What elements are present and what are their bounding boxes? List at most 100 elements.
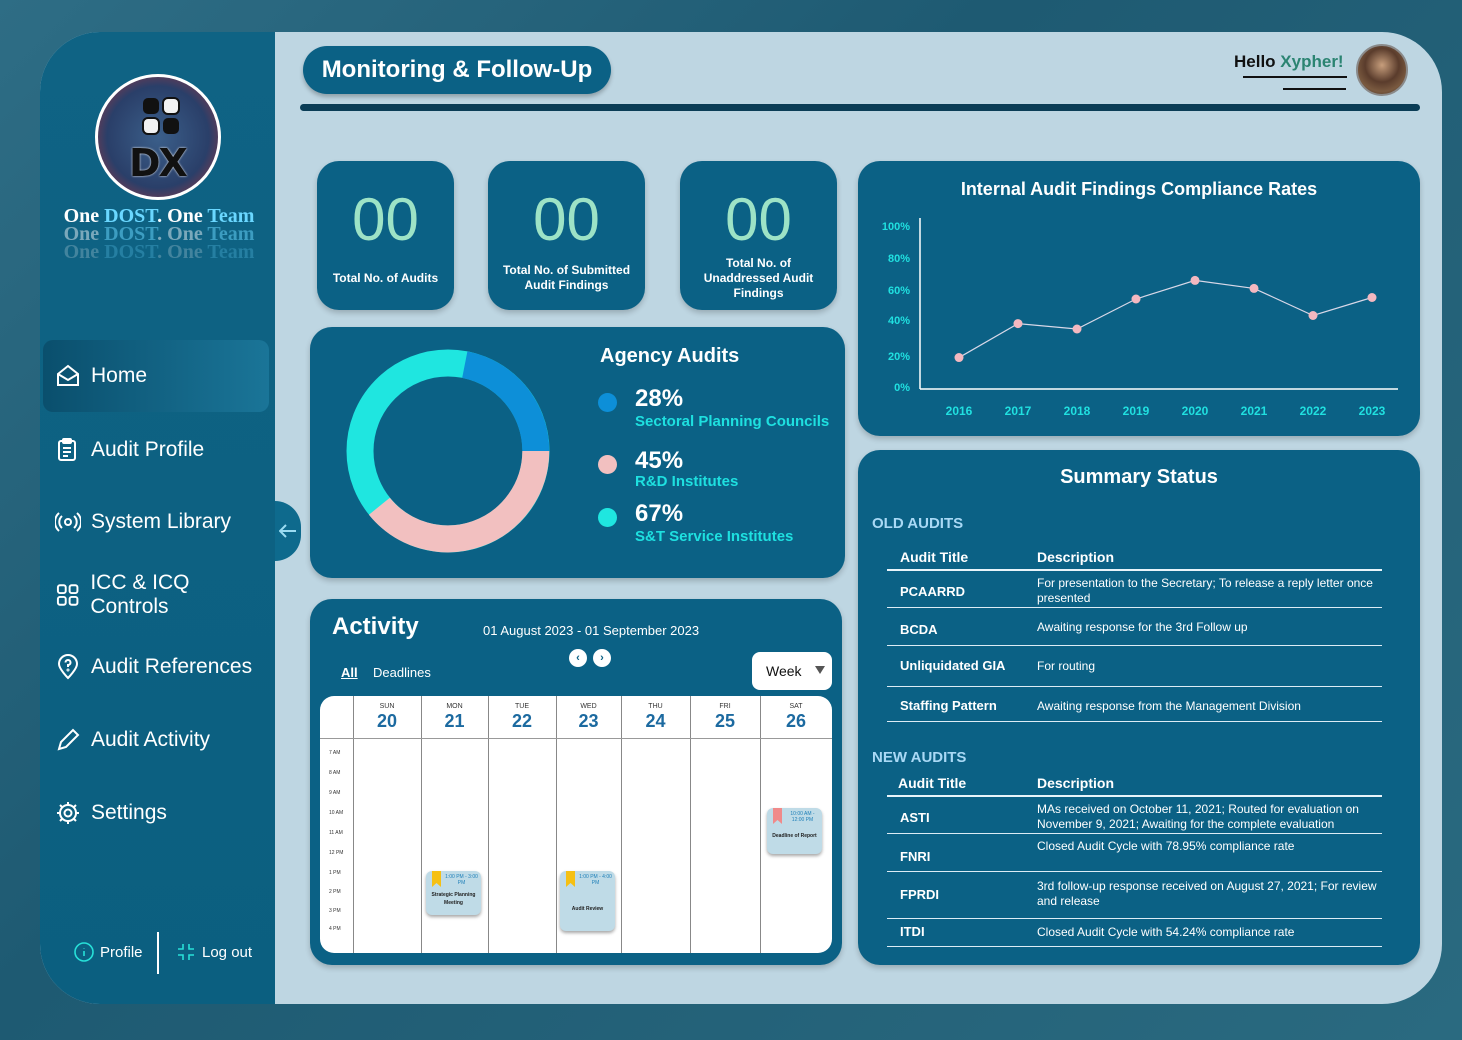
compliance-chart-card: Internal Audit Findings Compliance Rates… bbox=[858, 161, 1420, 436]
collapse-sidebar-button[interactable] bbox=[275, 501, 301, 561]
sidebar-item-audit-references[interactable]: Audit References bbox=[43, 631, 269, 703]
logout-icon bbox=[178, 944, 194, 960]
view-select[interactable]: Week bbox=[752, 652, 832, 690]
stat-value: 00 bbox=[725, 186, 792, 253]
series-line bbox=[958, 279, 1373, 359]
day-column bbox=[556, 696, 557, 953]
day-column bbox=[621, 696, 622, 953]
agency-audits-title: Agency Audits bbox=[600, 345, 740, 367]
data-point bbox=[1308, 311, 1318, 320]
x-tick-label: 2022 bbox=[1300, 404, 1327, 418]
sidebar-item-audit-profile[interactable]: Audit Profile bbox=[43, 414, 269, 486]
time-label: 4 PM bbox=[329, 926, 341, 932]
day-header[interactable]: WED 23 bbox=[556, 696, 621, 732]
data-point bbox=[1367, 293, 1377, 302]
sidebar-item-label: Audit Activity bbox=[91, 728, 211, 751]
x-tick-label: 2020 bbox=[1182, 404, 1209, 418]
stat-submitted-findings: 00 Total No. of Submitted Audit Findings bbox=[488, 161, 645, 310]
sidebar-item-label: Home bbox=[91, 364, 148, 387]
slogan-line-3: One DOST. One Team bbox=[63, 241, 255, 263]
dost-dx-logo: DX bbox=[95, 74, 221, 200]
summary-title: Summary Status bbox=[1060, 466, 1218, 488]
title-underline bbox=[300, 104, 1420, 111]
bookmark-icon bbox=[432, 871, 441, 887]
sidebar-item-audit-activity[interactable]: Audit Activity bbox=[43, 704, 269, 776]
time-label: 11 AM bbox=[329, 830, 343, 836]
chevron-down-icon bbox=[815, 666, 825, 674]
stat-total-audits: 00 Total No. of Audits bbox=[317, 161, 454, 310]
arrow-left-icon bbox=[279, 524, 296, 538]
legend-dot bbox=[598, 393, 617, 412]
user-name: Xypher! bbox=[1280, 52, 1344, 71]
chevron-left-icon: ‹ bbox=[576, 652, 580, 664]
day-column bbox=[488, 696, 489, 953]
y-tick-label: 80% bbox=[888, 253, 910, 265]
stat-unaddressed-findings: 00 Total No. of Unaddressed Audit Findin… bbox=[680, 161, 837, 310]
y-tick-label: 0% bbox=[894, 382, 910, 394]
data-point bbox=[1131, 294, 1141, 304]
y-tick-label: 20% bbox=[888, 351, 910, 363]
grid-icon bbox=[56, 584, 79, 606]
donut-segment-rd bbox=[368, 450, 550, 553]
sidebar-item-label: System Library bbox=[91, 510, 232, 533]
day-header[interactable]: TUE 22 bbox=[488, 696, 556, 732]
sidebar-item-label: Settings bbox=[91, 801, 167, 824]
tab-deadlines[interactable]: Deadlines bbox=[373, 665, 431, 680]
activity-card: Activity 01 August 2023 - 01 September 2… bbox=[310, 599, 842, 965]
agency-audits-card: Agency Audits 28% Sectoral Planning Coun… bbox=[310, 327, 845, 578]
logout-link[interactable]: Log out bbox=[176, 942, 252, 962]
x-tick-label: 2019 bbox=[1123, 404, 1150, 418]
activity-title: Activity bbox=[332, 613, 419, 640]
agency-donut-chart bbox=[346, 349, 550, 553]
chevron-right-icon: › bbox=[600, 652, 604, 664]
day-column bbox=[760, 696, 761, 953]
sidebar-item-system-library[interactable]: System Library bbox=[43, 486, 269, 558]
sidebar: DX One DOST. One Team One DOST. One Team… bbox=[40, 32, 275, 1004]
bookmark-icon bbox=[773, 808, 782, 824]
y-tick-label: 100% bbox=[882, 221, 910, 233]
time-label: 10 AM bbox=[329, 810, 344, 816]
sidebar-footer: Profile Log out bbox=[40, 932, 275, 976]
greeting-underline-short bbox=[1283, 88, 1346, 90]
calendar-event[interactable]: 1:00 PM - 4:00 PM Audit Review bbox=[560, 871, 615, 931]
y-tick-label: 60% bbox=[888, 285, 910, 297]
calendar-event[interactable]: 10:00 AM - 12:00 PM Deadline of Report bbox=[767, 808, 822, 854]
day-header[interactable]: FRI 25 bbox=[690, 696, 760, 732]
x-tick-label: 2016 bbox=[946, 404, 973, 418]
x-tick-label: 2017 bbox=[1005, 404, 1032, 418]
sidebar-item-icc-icq[interactable]: ICC & ICQ Controls bbox=[43, 559, 269, 631]
sidebar-item-label: Audit References bbox=[91, 655, 253, 678]
donut-segment-sectoral bbox=[461, 351, 550, 452]
data-point bbox=[1249, 283, 1259, 293]
legend-dot bbox=[598, 508, 617, 527]
time-label: 2 PM bbox=[329, 889, 341, 895]
sidebar-item-home[interactable]: Home bbox=[43, 340, 269, 412]
profile-link[interactable]: Profile bbox=[74, 942, 143, 962]
app-frame: DX One DOST. One Team One DOST. One Team… bbox=[40, 32, 1442, 1004]
prev-week-button[interactable]: ‹ bbox=[569, 649, 587, 667]
day-column bbox=[690, 696, 691, 953]
time-label: 3 PM bbox=[329, 908, 341, 914]
stat-label: Total No. of Submitted Audit Findings bbox=[502, 263, 631, 292]
page-title: Monitoring & Follow-Up bbox=[303, 46, 611, 94]
sidebar-item-settings[interactable]: Settings bbox=[43, 777, 269, 849]
info-icon bbox=[74, 942, 94, 962]
home-icon bbox=[57, 364, 79, 386]
day-header[interactable]: MON 21 bbox=[421, 696, 488, 732]
new-audits-label: NEW AUDITS bbox=[872, 749, 967, 766]
x-tick-label: 2021 bbox=[1241, 404, 1268, 418]
day-header[interactable]: THU 24 bbox=[621, 696, 690, 732]
stat-label: Total No. of Unaddressed Audit Findings bbox=[703, 256, 814, 300]
day-header[interactable]: SAT 26 bbox=[760, 696, 832, 732]
tab-all[interactable]: All bbox=[341, 665, 358, 680]
avatar[interactable] bbox=[1356, 44, 1408, 96]
day-header[interactable]: SUN 20 bbox=[353, 696, 421, 732]
footer-divider bbox=[157, 932, 159, 974]
data-point bbox=[1190, 275, 1200, 285]
summary-status-card: Summary Status OLD AUDITS Audit Title Des… bbox=[858, 450, 1420, 965]
next-week-button[interactable]: › bbox=[593, 649, 611, 667]
gear-icon bbox=[57, 802, 79, 824]
day-column bbox=[353, 696, 354, 953]
time-label: 8 AM bbox=[329, 770, 341, 776]
calendar-event[interactable]: 1:00 PM - 3:00 PM Strategic Planning Mee… bbox=[426, 871, 481, 915]
